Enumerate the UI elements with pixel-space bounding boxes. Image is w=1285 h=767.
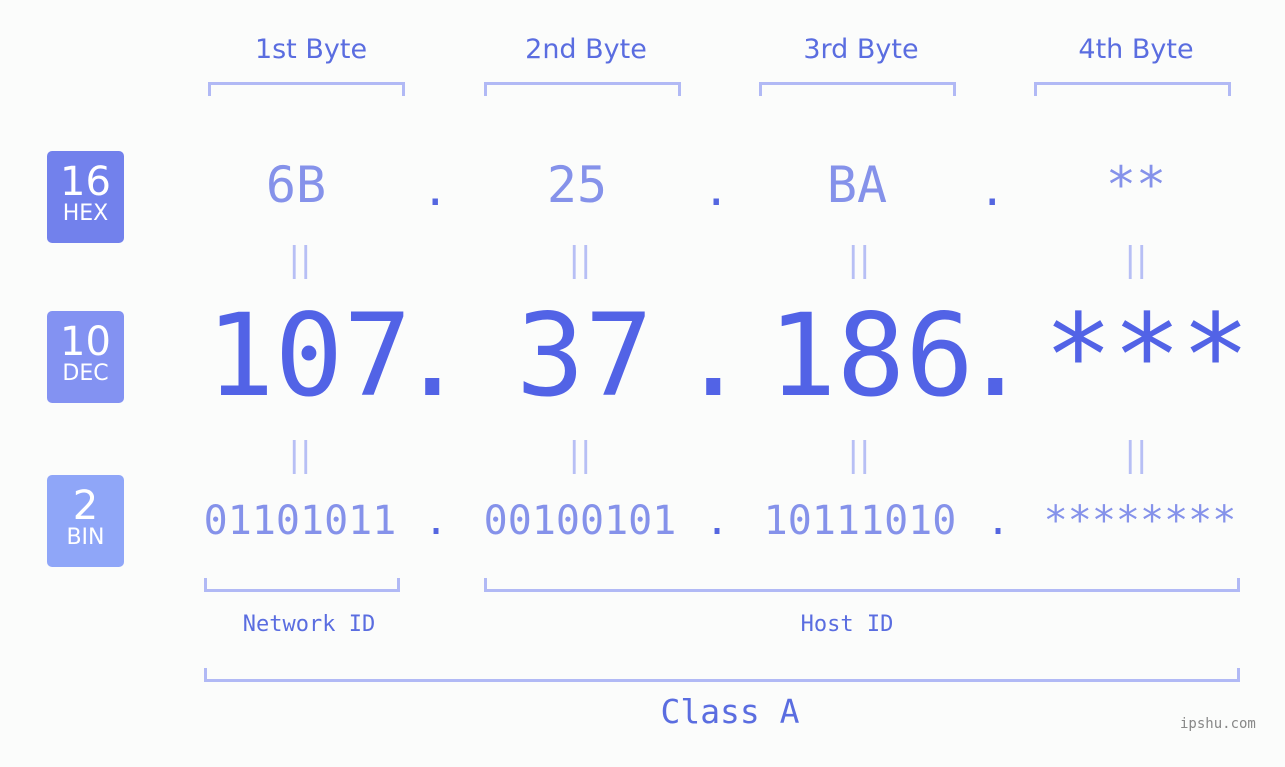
network-id-label: Network ID	[242, 612, 376, 637]
dec-badge: 10 DEC	[47, 311, 124, 403]
hex-base-number: 16	[60, 159, 111, 205]
bin-separator-2: .	[705, 498, 730, 544]
hex-byte-1: 6B	[265, 156, 327, 214]
equals-dec-bin-2: ||	[568, 435, 592, 475]
equals-hex-dec-1: ||	[288, 240, 312, 280]
bin-byte-2: 00100101	[483, 498, 677, 544]
dec-byte-4: ***	[1044, 289, 1250, 422]
hex-byte-3: BA	[826, 156, 888, 214]
class-bracket	[204, 668, 1240, 682]
byte-header-1: 1st Byte	[254, 34, 368, 65]
equals-dec-bin-4: ||	[1124, 435, 1148, 475]
dec-byte-2: 37	[516, 289, 654, 422]
dec-base-label: DEC	[62, 361, 109, 386]
hex-byte-4: **	[1105, 156, 1167, 214]
hex-separator-1: .	[422, 165, 449, 216]
byte-header-4: 4th Byte	[1078, 34, 1194, 65]
bin-byte-1: 01101011	[203, 498, 397, 544]
bin-separator-3: .	[986, 498, 1011, 544]
dec-separator-1: .	[398, 289, 467, 422]
dec-byte-3: 186	[768, 289, 974, 422]
equals-hex-dec-4: ||	[1124, 240, 1148, 280]
byte-bracket-1	[208, 82, 405, 96]
bin-base-number: 2	[72, 483, 99, 529]
host-id-label: Host ID	[800, 612, 894, 637]
byte-header-3: 3rd Byte	[803, 34, 919, 65]
bin-byte-4: ********	[1043, 498, 1237, 544]
hex-base-label: HEX	[62, 201, 109, 226]
bin-separator-1: .	[424, 498, 449, 544]
equals-hex-dec-2: ||	[568, 240, 592, 280]
dec-separator-2: .	[679, 289, 748, 422]
byte-bracket-4	[1034, 82, 1231, 96]
byte-bracket-2	[484, 82, 681, 96]
host-id-bracket	[484, 578, 1240, 592]
equals-dec-bin-1: ||	[288, 435, 312, 475]
hex-badge: 16 HEX	[47, 151, 124, 243]
equals-dec-bin-3: ||	[847, 435, 871, 475]
bin-base-label: BIN	[66, 525, 105, 550]
bin-byte-3: 10111010	[763, 498, 957, 544]
class-label: Class A	[660, 692, 800, 731]
watermark: ipshu.com	[1180, 716, 1256, 732]
dec-byte-1: 107	[206, 289, 412, 422]
equals-hex-dec-3: ||	[847, 240, 871, 280]
hex-separator-2: .	[703, 165, 730, 216]
dec-base-number: 10	[60, 319, 111, 365]
network-id-bracket	[204, 578, 400, 592]
byte-bracket-3	[759, 82, 956, 96]
hex-separator-3: .	[979, 165, 1006, 216]
dec-separator-3: .	[961, 289, 1030, 422]
hex-byte-2: 25	[546, 156, 608, 214]
bin-badge: 2 BIN	[47, 475, 124, 567]
byte-header-2: 2nd Byte	[525, 34, 647, 65]
